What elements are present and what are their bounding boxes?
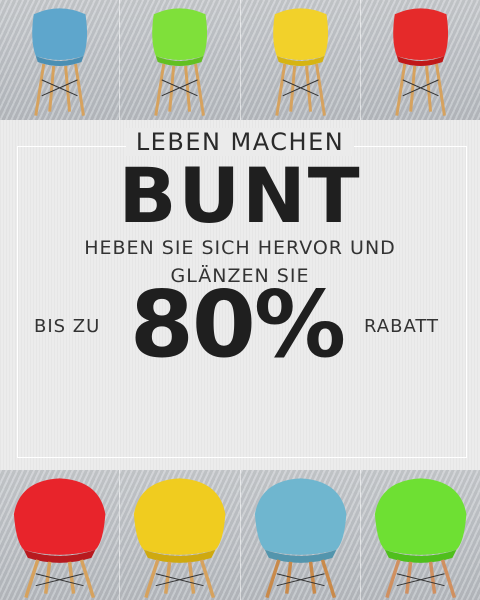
side-chair-image bbox=[152, 8, 208, 116]
promo-panel: LEBEN MACHEN BUNT HEBEN SIE SICH HERVOR … bbox=[0, 120, 480, 470]
chair-photo-green bbox=[120, 0, 241, 120]
bottom-chair-strip bbox=[0, 470, 480, 600]
chair-photo-blue bbox=[0, 0, 121, 120]
top-chair-strip bbox=[0, 0, 480, 120]
armchair-photo-green bbox=[360, 470, 480, 600]
armchair-image bbox=[374, 478, 467, 599]
side-chair-image bbox=[32, 8, 88, 116]
headline: BUNT bbox=[118, 151, 362, 240]
discount-suffix: RABATT bbox=[364, 316, 440, 337]
armchair-photo-blue bbox=[240, 470, 361, 600]
armchair-image bbox=[254, 478, 346, 599]
armchair-image bbox=[134, 478, 226, 599]
side-chair-image bbox=[272, 8, 328, 116]
armchair-image bbox=[13, 478, 106, 599]
side-chair-image bbox=[392, 8, 448, 116]
subheadline-line-1: HEBEN SIE SICH HERVOR UND bbox=[84, 237, 396, 259]
discount-percent: 80% bbox=[129, 271, 346, 378]
discount-prefix: BIS ZU bbox=[34, 316, 101, 337]
armchair-photo-red bbox=[0, 470, 121, 600]
chair-photo-yellow bbox=[240, 0, 361, 120]
armchair-photo-yellow bbox=[120, 470, 241, 600]
chair-photo-red bbox=[360, 0, 480, 120]
